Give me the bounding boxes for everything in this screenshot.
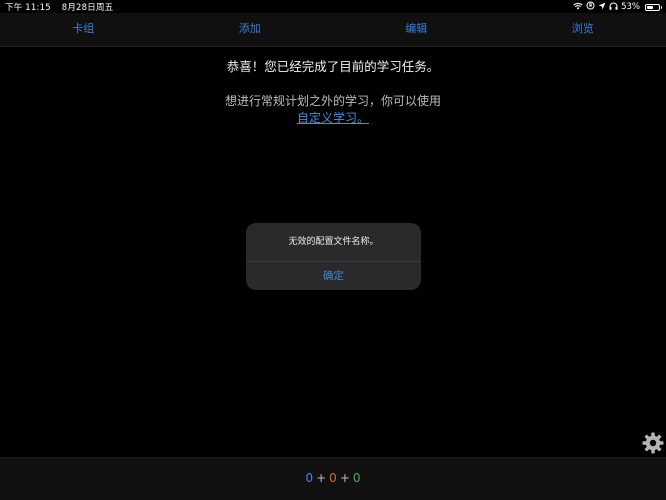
alert-ok-button[interactable]: 确定 bbox=[246, 262, 421, 290]
headphones-icon bbox=[609, 2, 618, 13]
plus-sign: + bbox=[339, 471, 350, 485]
battery-icon bbox=[645, 3, 662, 11]
plus-sign: + bbox=[316, 471, 327, 485]
status-left: 下午 11:15 8月28日周五 bbox=[5, 1, 113, 13]
custom-study-hint: 想进行常规计划之外的学习，你可以使用 bbox=[224, 94, 441, 108]
tab-decks[interactable]: 卡组 bbox=[0, 13, 167, 46]
congrats-message: 恭喜！您已经完成了目前的学习任务。 bbox=[226, 59, 440, 74]
tab-add[interactable]: 添加 bbox=[167, 13, 334, 46]
alert-dialog: 无效的配置文件名称。 确定 bbox=[246, 223, 421, 290]
alert-message: 无效的配置文件名称。 bbox=[246, 223, 421, 262]
status-right: 53% bbox=[573, 1, 662, 13]
gear-icon[interactable] bbox=[642, 432, 664, 454]
status-bar: 下午 11:15 8月28日周五 53% bbox=[0, 0, 666, 13]
status-date: 8月28日周五 bbox=[61, 3, 114, 13]
custom-study-link-wrap: 自定义学习。 bbox=[0, 109, 666, 126]
learning-count: 0 bbox=[329, 471, 337, 485]
review-count: 0 bbox=[352, 471, 361, 485]
due-counts: 0 +0 +0 bbox=[0, 471, 666, 485]
battery-percent: 53% bbox=[621, 2, 640, 12]
bottom-bar: 0 +0 +0 bbox=[0, 457, 666, 500]
tab-edit[interactable]: 编辑 bbox=[333, 13, 500, 46]
custom-study-link[interactable]: 自定义学习。 bbox=[297, 111, 369, 125]
new-count: 0 bbox=[305, 471, 314, 485]
app-screen: 下午 11:15 8月28日周五 53% 卡组 添加 编辑 浏览 恭喜！您已经完… bbox=[0, 0, 666, 500]
status-time: 下午 11:15 bbox=[5, 3, 51, 13]
battery-level bbox=[647, 5, 653, 9]
tab-browse[interactable]: 浏览 bbox=[500, 13, 666, 46]
wifi-icon bbox=[573, 2, 583, 13]
top-tab-bar: 卡组 添加 编辑 浏览 bbox=[0, 13, 666, 47]
orientation-lock-icon bbox=[586, 1, 595, 13]
location-icon bbox=[598, 2, 606, 13]
